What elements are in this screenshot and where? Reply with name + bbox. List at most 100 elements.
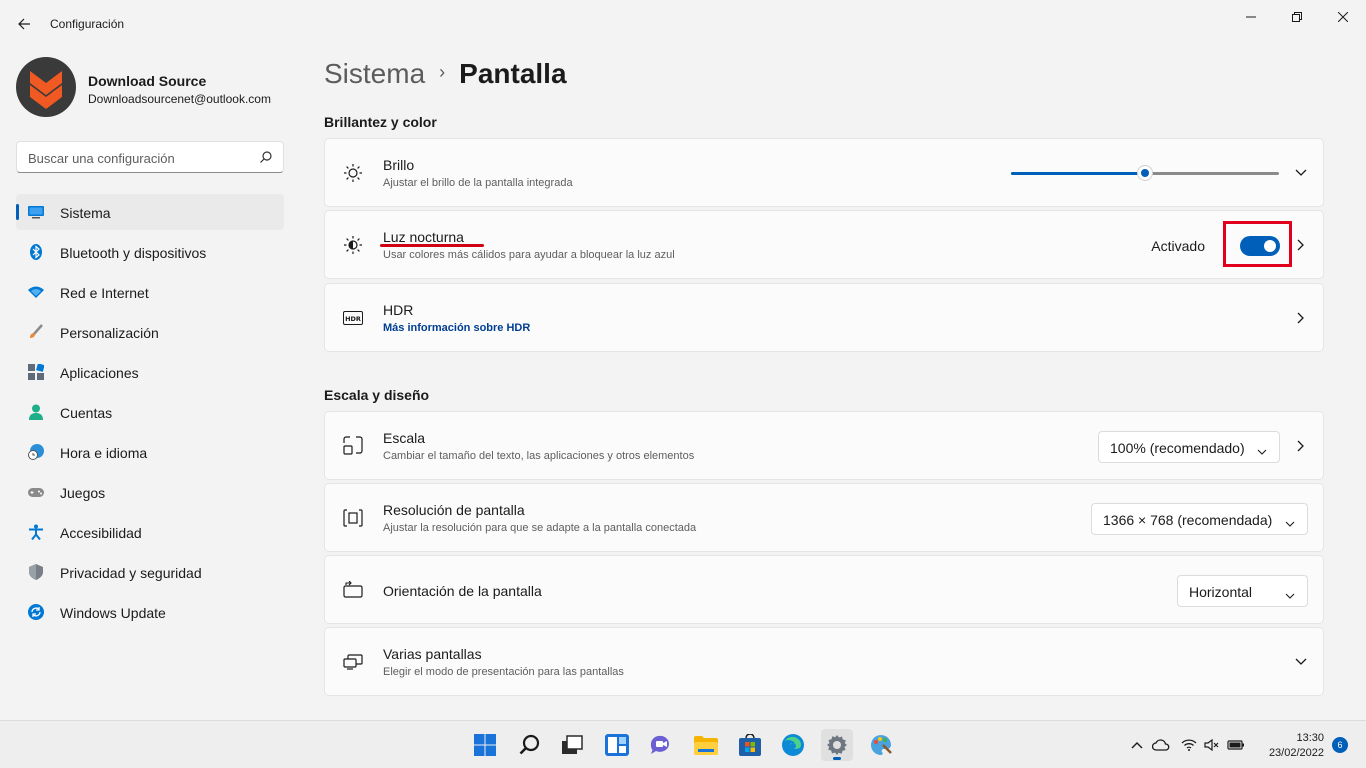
orientation-card[interactable]: Orientación de la pantalla Horizontal [324, 555, 1324, 624]
slider-thumb[interactable] [1137, 165, 1153, 181]
sidebar-item-juegos[interactable]: Juegos [16, 474, 284, 510]
taskbar-search-button[interactable] [514, 729, 546, 761]
sidebar-item-personalizacion[interactable]: Personalización [16, 314, 284, 350]
brightness-title: Brillo [383, 157, 415, 173]
sidebar-item-sistema[interactable]: Sistema [16, 194, 284, 230]
avatar [16, 57, 76, 117]
sidebar-item-bluetooth[interactable]: Bluetooth y dispositivos [16, 234, 284, 270]
clock-time: 13:30 [1296, 732, 1324, 744]
sidebar-item-label: Aplicaciones [60, 365, 139, 381]
sidebar-item-red[interactable]: Red e Internet [16, 274, 284, 310]
widgets-button[interactable] [601, 729, 633, 761]
chat-button[interactable] [645, 729, 677, 761]
minimize-button[interactable] [1228, 6, 1274, 28]
onedrive-icon[interactable] [1152, 737, 1170, 753]
clock-date: 23/02/2022 [1268, 747, 1324, 759]
orientation-dropdown[interactable]: Horizontal [1177, 575, 1308, 607]
night-light-toggle[interactable] [1240, 236, 1280, 256]
paint-button[interactable] [865, 729, 897, 761]
settings-taskbar-button[interactable] [821, 729, 853, 761]
gamepad-icon [28, 484, 44, 500]
store-button[interactable] [734, 729, 766, 761]
highlight-underline [380, 244, 484, 247]
section-title-escala: Escala y diseño [324, 387, 430, 403]
night-light-subtitle: Usar colores más cálidos para ayudar a b… [383, 249, 675, 261]
hdr-card[interactable]: HDR HDR Más información sobre HDR [324, 283, 1324, 352]
night-light-status: Activado [1151, 238, 1205, 254]
close-button[interactable] [1320, 6, 1366, 28]
wifi-icon[interactable] [1180, 737, 1198, 753]
back-button[interactable] [12, 12, 36, 36]
scale-card[interactable]: Escala Cambiar el tamaño del texto, las … [324, 411, 1324, 480]
sidebar-item-hora[interactable]: Hora e idioma [16, 434, 284, 470]
battery-charging-icon[interactable] [1227, 737, 1245, 753]
chevron-right-icon[interactable] [1293, 310, 1309, 326]
sidebar-item-label: Sistema [60, 205, 111, 221]
search-placeholder: Buscar una configuración [28, 151, 175, 166]
multiple-displays-card[interactable]: Varias pantallas Elegir el modo de prese… [324, 627, 1324, 696]
task-view-button[interactable] [556, 729, 588, 761]
sidebar-item-accesibilidad[interactable]: Accesibilidad [16, 514, 284, 550]
chevron-down-icon [1285, 586, 1295, 602]
chevron-right-icon[interactable] [1293, 438, 1309, 454]
globe-clock-icon [28, 444, 44, 460]
resolution-icon [343, 508, 363, 528]
title-bar: Configuración [0, 0, 1366, 48]
file-explorer-button[interactable] [690, 729, 722, 761]
sidebar-item-label: Red e Internet [60, 285, 149, 301]
wifi-icon [28, 284, 44, 300]
active-app-indicator [833, 757, 841, 760]
section-title-brillantez: Brillantez y color [324, 114, 437, 130]
scale-subtitle: Cambiar el tamaño del texto, las aplicac… [383, 450, 695, 462]
toggle-knob [1264, 240, 1276, 252]
night-light-icon [343, 235, 363, 255]
sidebar-item-label: Windows Update [60, 605, 166, 621]
restore-icon [1292, 12, 1302, 22]
profile-email: Downloadsourcenet@outlook.com [88, 92, 271, 106]
chevron-right-icon[interactable] [1293, 237, 1309, 253]
chevron-down-icon[interactable] [1293, 165, 1309, 181]
bluetooth-icon [28, 244, 44, 260]
hdr-title: HDR [383, 302, 414, 318]
store-icon [739, 734, 761, 756]
sidebar-item-privacidad[interactable]: Privacidad y seguridad [16, 554, 284, 590]
multiple-displays-subtitle: Elegir el modo de presentación para las … [383, 666, 624, 678]
sidebar-item-label: Privacidad y seguridad [60, 565, 202, 581]
search-input[interactable]: Buscar una configuración [16, 141, 284, 173]
night-light-card[interactable]: Luz nocturna Usar colores más cálidos pa… [324, 210, 1324, 279]
sidebar-item-cuentas[interactable]: Cuentas [16, 394, 284, 430]
start-button[interactable] [469, 729, 501, 761]
hdr-icon: HDR [343, 308, 363, 328]
multiple-displays-icon [343, 652, 363, 672]
brightness-slider[interactable] [1011, 165, 1279, 181]
chevron-down-icon [1257, 442, 1267, 458]
accessibility-icon [28, 524, 44, 540]
volume-muted-icon[interactable] [1203, 737, 1221, 753]
apps-icon [28, 364, 44, 380]
system-clock[interactable]: 13:30 23/02/2022 [1269, 731, 1324, 761]
chevron-up-icon[interactable] [1128, 737, 1146, 753]
search-icon [519, 734, 540, 755]
svg-text:HDR: HDR [345, 315, 361, 323]
windows-logo-icon [474, 734, 496, 756]
chevron-down-icon[interactable] [1293, 654, 1309, 670]
user-profile[interactable]: Download Source Downloadsourcenet@outloo… [16, 57, 296, 117]
restore-button[interactable] [1274, 6, 1320, 28]
scale-dropdown[interactable]: 100% (recomendado) [1098, 431, 1280, 463]
slider-fill [1011, 172, 1145, 175]
brightness-card[interactable]: Brillo Ajustar el brillo de la pantalla … [324, 138, 1324, 207]
resolution-dropdown[interactable]: 1366 × 768 (recomendada) [1091, 503, 1308, 535]
hdr-info-link[interactable]: Más información sobre HDR [383, 322, 530, 334]
brightness-subtitle: Ajustar el brillo de la pantalla integra… [383, 177, 573, 189]
breadcrumb-parent[interactable]: Sistema [324, 58, 425, 89]
page-title: Pantalla [459, 58, 567, 89]
sidebar-item-windows-update[interactable]: Windows Update [16, 594, 284, 630]
task-view-icon [562, 735, 583, 754]
resolution-card[interactable]: Resolución de pantalla Ajustar la resolu… [324, 483, 1324, 552]
sidebar-item-label: Personalización [60, 325, 159, 341]
sidebar-item-aplicaciones[interactable]: Aplicaciones [16, 354, 284, 390]
edge-button[interactable] [777, 729, 809, 761]
notification-badge[interactable]: 6 [1332, 737, 1348, 753]
edge-browser-icon [782, 734, 804, 756]
scale-title: Escala [383, 430, 426, 446]
